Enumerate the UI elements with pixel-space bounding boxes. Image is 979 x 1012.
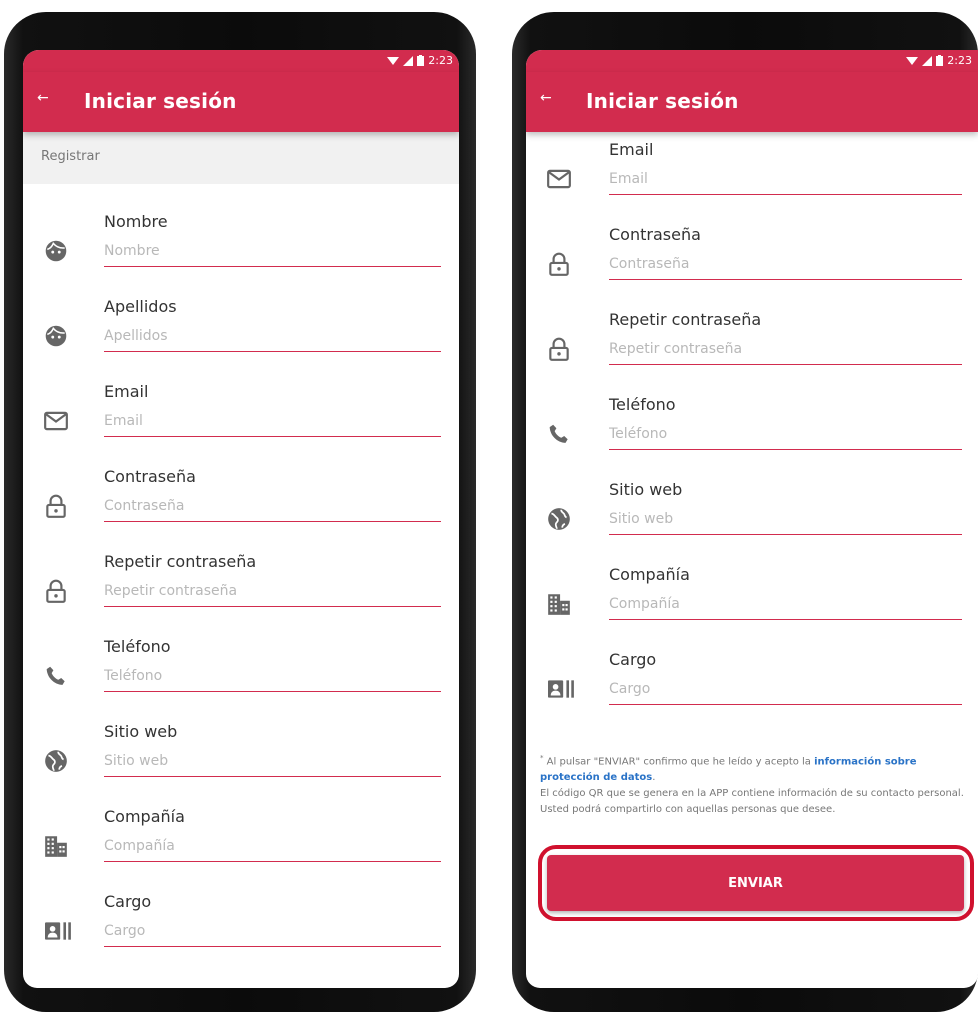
email-input[interactable] xyxy=(104,406,441,437)
building-icon xyxy=(546,591,572,617)
field-label-repeat-password: Repetir contraseña xyxy=(104,552,257,571)
field-email: Email xyxy=(526,140,978,210)
website-input[interactable] xyxy=(609,504,962,535)
field-company: Compañía xyxy=(23,807,459,877)
register-screen-scrolled: 2:23 ← Iniciar sesión Email Contraseña R… xyxy=(526,50,978,988)
email-input[interactable] xyxy=(609,164,962,195)
phone-icon xyxy=(43,663,69,689)
submit-button[interactable]: ENVIAR xyxy=(547,855,964,911)
mail-icon xyxy=(546,166,572,192)
field-label-web: Sitio web xyxy=(609,480,683,499)
wifi-icon xyxy=(906,56,919,65)
field-repeat-password: Repetir contraseña xyxy=(526,310,978,380)
field-label-password: Contraseña xyxy=(609,225,701,244)
field-email: Email xyxy=(23,382,459,452)
privacy-disclaimer: * Al pulsar "ENVIAR" confirmo que he leí… xyxy=(540,750,964,818)
field-label-nombre: Nombre xyxy=(104,212,168,231)
mail-icon xyxy=(43,408,69,434)
field-web: Sitio web xyxy=(526,480,978,550)
field-label-password: Contraseña xyxy=(104,467,196,486)
company-input[interactable] xyxy=(609,589,962,620)
website-input[interactable] xyxy=(104,746,441,777)
face-icon xyxy=(43,238,69,264)
face-icon xyxy=(43,323,69,349)
back-arrow-icon[interactable]: ← xyxy=(37,90,49,106)
field-password: Contraseña xyxy=(526,225,978,295)
badge-icon xyxy=(546,676,576,702)
lock-icon xyxy=(546,336,572,362)
app-bar: ← Iniciar sesión xyxy=(23,72,459,132)
register-screen: 2:23 ← Iniciar sesión Registrar Nombre A… xyxy=(23,50,459,988)
field-label-phone: Teléfono xyxy=(104,637,171,656)
field-label-phone: Teléfono xyxy=(609,395,676,414)
battery-icon xyxy=(936,55,944,66)
field-repeat-password: Repetir contraseña xyxy=(23,552,459,622)
field-label-company: Compañía xyxy=(609,565,690,584)
repeat-password-input[interactable] xyxy=(104,576,441,607)
qr-note: El código QR que se genera en la APP con… xyxy=(540,788,964,816)
status-bar: 2:23 xyxy=(23,50,459,72)
back-arrow-icon[interactable]: ← xyxy=(540,90,552,106)
building-icon xyxy=(43,833,69,859)
field-password: Contraseña xyxy=(23,467,459,537)
password-input[interactable] xyxy=(104,491,441,522)
phone-frame-left: 2:23 ← Iniciar sesión Registrar Nombre A… xyxy=(4,12,476,1012)
cargo-input[interactable] xyxy=(104,916,441,947)
signal-icon xyxy=(403,55,414,66)
field-phone: Teléfono xyxy=(526,395,978,465)
status-time: 2:23 xyxy=(947,54,972,67)
status-bar: 2:23 xyxy=(526,50,978,72)
field-nombre: Nombre xyxy=(23,212,459,282)
field-label-email: Email xyxy=(609,140,654,159)
globe-icon xyxy=(546,506,572,532)
field-cargo: Cargo xyxy=(23,892,459,962)
disclaimer-text: Al pulsar "ENVIAR" confirmo que he leído… xyxy=(543,756,815,768)
field-apellidos: Apellidos xyxy=(23,297,459,367)
status-time: 2:23 xyxy=(428,54,453,67)
lock-icon xyxy=(43,493,69,519)
field-company: Compañía xyxy=(526,565,978,635)
app-bar: ← Iniciar sesión xyxy=(526,72,978,132)
cargo-input[interactable] xyxy=(609,674,962,705)
company-input[interactable] xyxy=(104,831,441,862)
field-label-cargo: Cargo xyxy=(609,650,657,669)
field-label-company: Compañía xyxy=(104,807,185,826)
globe-icon xyxy=(43,748,69,774)
repeat-password-input[interactable] xyxy=(609,334,962,365)
field-label-web: Sitio web xyxy=(104,722,178,741)
phone-input[interactable] xyxy=(104,661,441,692)
field-label-email: Email xyxy=(104,382,149,401)
field-label-cargo: Cargo xyxy=(104,892,152,911)
wifi-icon xyxy=(387,56,400,65)
section-header: Registrar xyxy=(23,132,459,184)
lock-icon xyxy=(43,578,69,604)
page-title: Iniciar sesión xyxy=(586,89,739,113)
lock-icon xyxy=(546,251,572,277)
signal-icon xyxy=(922,55,933,66)
section-header-label: Registrar xyxy=(41,149,100,164)
battery-icon xyxy=(417,55,425,66)
apellidos-input[interactable] xyxy=(104,321,441,352)
badge-icon xyxy=(43,918,73,944)
phone-input[interactable] xyxy=(609,419,962,450)
field-cargo: Cargo xyxy=(526,650,978,720)
phone-frame-right: 2:23 ← Iniciar sesión Email Contraseña R… xyxy=(512,12,978,1012)
password-input[interactable] xyxy=(609,249,962,280)
disclaimer-end: . xyxy=(652,772,656,784)
page-title: Iniciar sesión xyxy=(84,89,237,113)
field-label-repeat-password: Repetir contraseña xyxy=(609,310,762,329)
nombre-input[interactable] xyxy=(104,236,441,267)
phone-icon xyxy=(546,421,572,447)
field-label-apellidos: Apellidos xyxy=(104,297,177,316)
field-web: Sitio web xyxy=(23,722,459,792)
field-phone: Teléfono xyxy=(23,637,459,707)
